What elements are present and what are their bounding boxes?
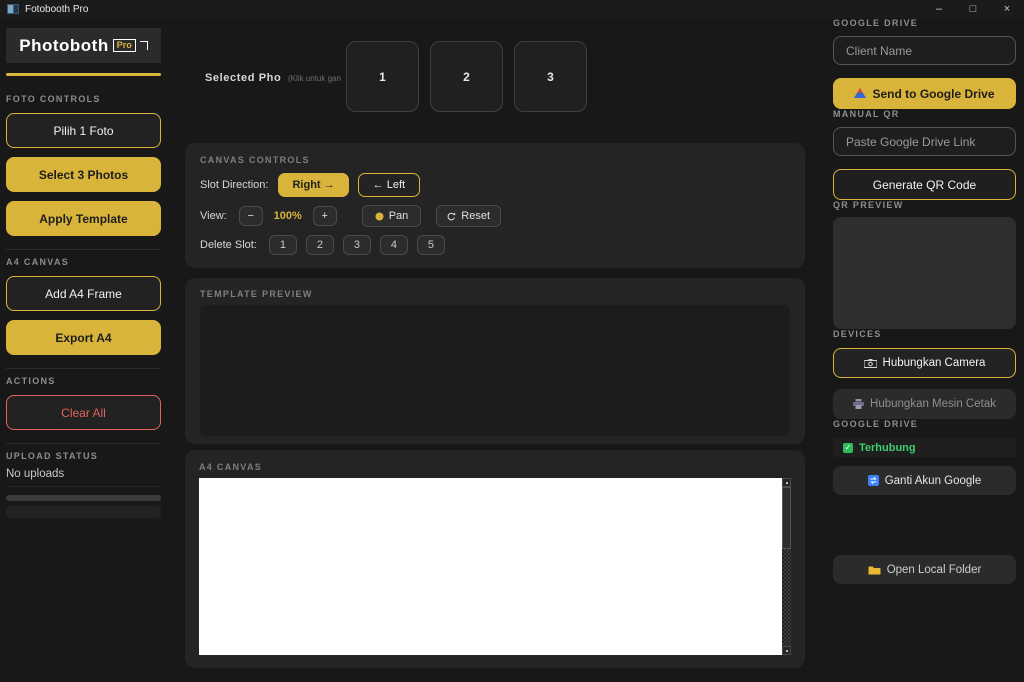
camera-icon <box>864 359 877 368</box>
drive-connection-status: ✓ Terhubung <box>833 438 1016 457</box>
direction-right-button[interactable]: Right → <box>278 173 348 197</box>
view-row: View: − 100% + Pan Reset <box>200 205 790 227</box>
delete-slot-label: Delete Slot: <box>200 239 257 251</box>
delete-slot-row: Delete Slot: 1 2 3 4 5 <box>200 235 790 255</box>
photo-slot-1[interactable]: 1 <box>346 41 419 112</box>
app-icon <box>7 4 19 14</box>
photo-slot-3[interactable]: 3 <box>514 41 587 112</box>
scroll-down-button[interactable] <box>782 646 791 655</box>
connect-printer-button[interactable]: Hubungkan Mesin Cetak <box>833 389 1016 419</box>
apply-template-button[interactable]: Apply Template <box>6 201 161 236</box>
scroll-up-button[interactable] <box>782 478 791 487</box>
section-title-foto-controls: FOTO CONTROLS <box>6 94 161 104</box>
connect-camera-button[interactable]: Hubungkan Camera <box>833 348 1016 378</box>
photo-slots-row: 1 2 3 <box>346 41 587 112</box>
close-button[interactable]: × <box>990 0 1024 18</box>
pilih-1-foto-button[interactable]: Pilih 1 Foto <box>6 113 161 148</box>
view-label: View: <box>200 210 227 222</box>
connected-check-icon: ✓ <box>843 443 853 453</box>
direction-left-button[interactable]: ← Left <box>358 173 420 197</box>
a4-canvas-panel: A4 CANVAS <box>185 450 805 668</box>
photo-slot-2[interactable]: 2 <box>430 41 503 112</box>
a4-canvas-surface[interactable] <box>199 478 782 655</box>
send-to-google-drive-label: Send to Google Drive <box>872 87 994 101</box>
zoom-in-button[interactable]: + <box>313 206 337 226</box>
reset-arrow-icon <box>447 212 456 221</box>
zoom-out-button[interactable]: − <box>239 206 263 226</box>
slot-direction-label: Slot Direction: <box>200 179 268 191</box>
a4-canvas-wrap <box>199 478 791 655</box>
export-a4-button[interactable]: Export A4 <box>6 320 161 355</box>
section-title-devices: DEVICES <box>833 329 1016 339</box>
pan-hand-icon <box>375 212 384 221</box>
generate-qr-code-button[interactable]: Generate QR Code <box>833 169 1016 200</box>
scroll-down-arrow-icon <box>786 650 788 652</box>
canvas-controls-title: CANVAS CONTROLS <box>200 155 790 165</box>
upload-progress-bar <box>6 495 161 501</box>
switch-account-icon <box>868 475 879 486</box>
a4-canvas-title: A4 CANVAS <box>199 462 791 472</box>
selected-photos-hint: (Klik untuk gan <box>288 74 341 83</box>
titlebar: Fotobooth Pro – □ × <box>0 0 1024 18</box>
send-to-google-drive-button[interactable]: Send to Google Drive <box>833 78 1016 109</box>
google-drive-icon <box>854 88 866 99</box>
logo-brand-text: Photoboth <box>19 36 108 56</box>
drive-link-input[interactable] <box>833 127 1016 156</box>
connect-printer-label: Hubungkan Mesin Cetak <box>870 398 996 410</box>
folder-icon <box>868 565 881 575</box>
selected-photos-header: Selected Pho (Klik untuk gan 1 2 3 <box>185 41 805 112</box>
template-preview-title: TEMPLATE PREVIEW <box>200 289 790 299</box>
clear-all-button[interactable]: Clear All <box>6 395 161 430</box>
section-title-a4-canvas: A4 CANVAS <box>6 249 161 267</box>
upload-log-area <box>6 506 161 518</box>
switch-account-label: Ganti Akun Google <box>885 475 982 487</box>
select-3-photos-button[interactable]: Select 3 Photos <box>6 157 161 192</box>
open-local-folder-button[interactable]: Open Local Folder <box>833 555 1016 584</box>
slot-direction-row: Slot Direction: Right → ← Left <box>200 173 790 197</box>
section-title-qr-preview: QR PREVIEW <box>833 200 1016 210</box>
scrollbar-track[interactable] <box>782 549 791 646</box>
left-sidebar: Photoboth Pro FOTO CONTROLS Pilih 1 Foto… <box>6 18 161 518</box>
right-sidebar: GOOGLE DRIVE Send to Google Drive MANUAL… <box>833 18 1016 584</box>
window-title: Fotobooth Pro <box>25 4 922 15</box>
pan-button-label: Pan <box>389 210 409 222</box>
delete-slot-4-button[interactable]: 4 <box>380 235 408 255</box>
pan-button[interactable]: Pan <box>362 205 422 227</box>
open-local-folder-label: Open Local Folder <box>887 564 982 576</box>
gold-divider <box>6 73 161 76</box>
connected-status-label: Terhubung <box>859 442 916 454</box>
app-window: Fotobooth Pro – □ × Photoboth Pro FOTO C… <box>0 0 1024 682</box>
section-title-upload-status: UPLOAD STATUS <box>6 443 161 461</box>
section-title-google-drive-2: GOOGLE DRIVE <box>833 419 1016 429</box>
section-title-actions: ACTIONS <box>6 368 161 386</box>
qr-preview-area <box>833 217 1016 329</box>
switch-google-account-button[interactable]: Ganti Akun Google <box>833 466 1016 495</box>
maximize-button[interactable]: □ <box>956 0 990 18</box>
connect-camera-label: Hubungkan Camera <box>883 357 986 369</box>
logo-pro-badge: Pro <box>113 39 136 52</box>
app-logo: Photoboth Pro <box>6 28 161 63</box>
client-name-input[interactable] <box>833 36 1016 65</box>
delete-slot-1-button[interactable]: 1 <box>269 235 297 255</box>
canvas-controls-panel: CANVAS CONTROLS Slot Direction: Right → … <box>185 143 805 268</box>
delete-slot-5-button[interactable]: 5 <box>417 235 445 255</box>
zoom-level-value: 100% <box>269 210 307 222</box>
delete-slot-3-button[interactable]: 3 <box>343 235 371 255</box>
vertical-scrollbar[interactable] <box>782 478 791 655</box>
scrollbar-thumb[interactable] <box>782 487 791 549</box>
section-title-google-drive: GOOGLE DRIVE <box>833 18 1016 28</box>
printer-icon <box>853 399 864 409</box>
upload-status-text: No uploads <box>6 468 161 487</box>
logo-bracket-shape <box>140 41 148 50</box>
add-a4-frame-button[interactable]: Add A4 Frame <box>6 276 161 311</box>
selected-photos-label: Selected Pho <box>205 72 281 84</box>
template-preview-area <box>200 305 790 436</box>
minimize-button[interactable]: – <box>922 0 956 18</box>
template-preview-panel: TEMPLATE PREVIEW <box>185 278 805 444</box>
delete-slot-2-button[interactable]: 2 <box>306 235 334 255</box>
section-title-manual-qr: MANUAL QR <box>833 109 1016 119</box>
reset-view-button[interactable]: Reset <box>436 205 501 227</box>
reset-button-label: Reset <box>461 210 490 222</box>
scroll-up-arrow-icon <box>786 482 788 484</box>
